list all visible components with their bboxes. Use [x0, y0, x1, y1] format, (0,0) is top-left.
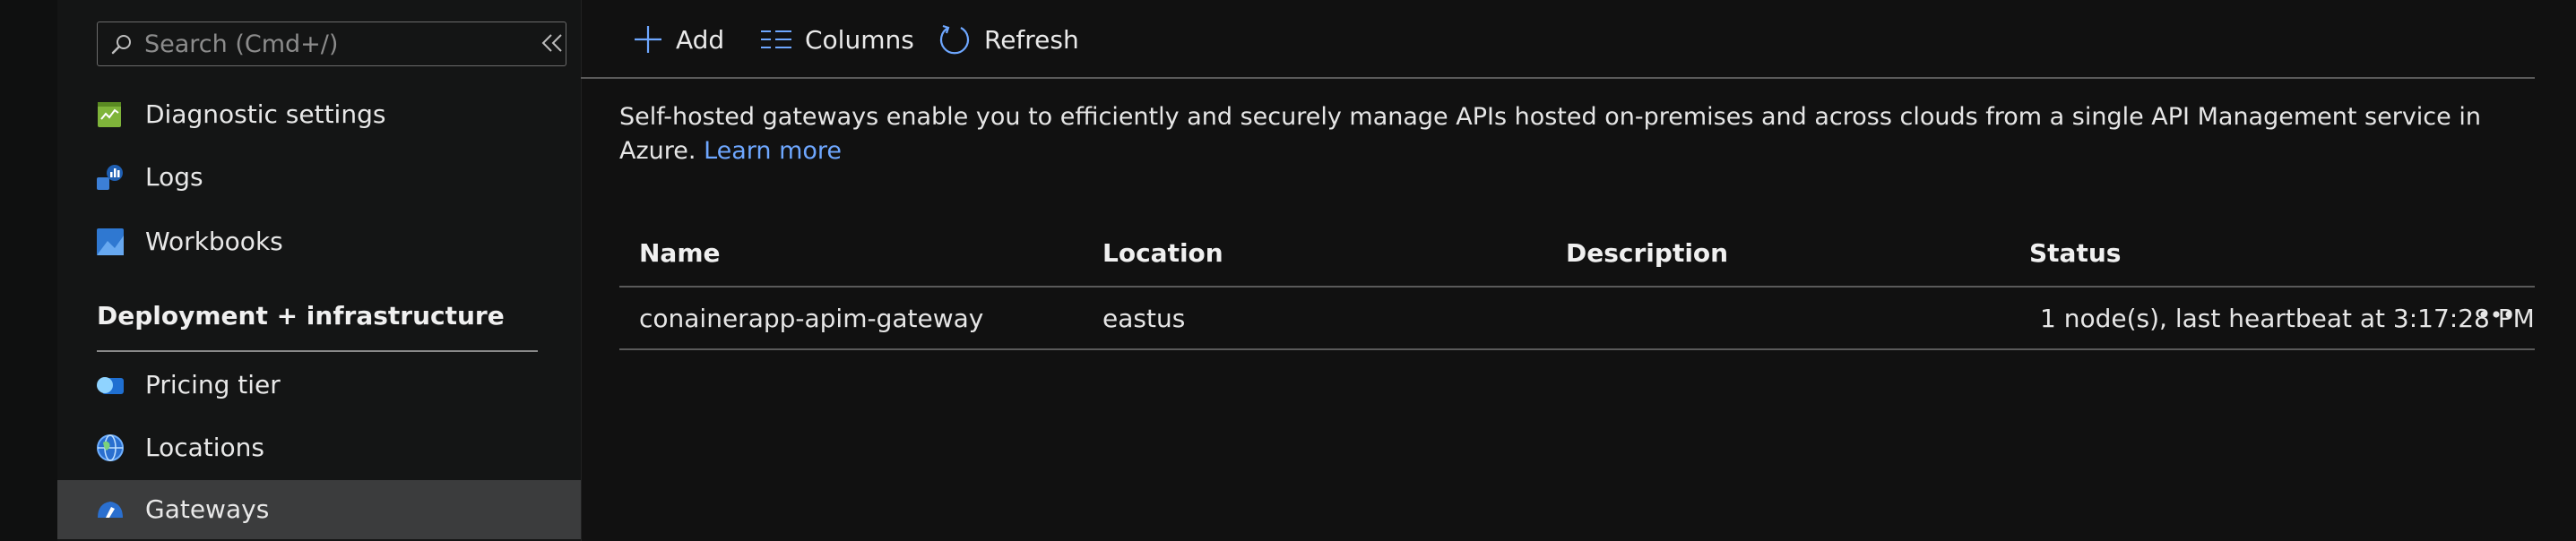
sidebar-item-gateways[interactable]: Gateways — [57, 480, 581, 539]
sidebar-item-label: Pricing tier — [145, 370, 281, 399]
add-button-label: Add — [676, 24, 725, 55]
table-row[interactable]: conainerapp-apim-gateway eastus 1 node(s… — [619, 288, 2535, 350]
column-header-name[interactable]: Name — [639, 219, 721, 288]
gateway-status-link[interactable]: 1 node(s), last heartbeat at 3:17:28 PM — [2040, 288, 2535, 350]
sidebar-item-workbooks[interactable]: Workbooks — [57, 212, 581, 271]
gateways-table: Name Location Description Status conaine… — [619, 219, 2535, 350]
resource-sidebar: Diagnostic settings Logs Workbooks Deplo… — [57, 0, 582, 541]
section-divider — [97, 350, 538, 352]
main-content: Add Columns Refresh Self-hosted gateways… — [581, 0, 2576, 541]
description-text: Self-hosted gateways enable you to effic… — [619, 103, 2481, 165]
columns-icon — [761, 30, 791, 48]
add-button[interactable]: Add — [633, 18, 724, 61]
sidebar-item-diagnostic-settings[interactable]: Diagnostic settings — [57, 85, 581, 144]
plus-icon — [635, 26, 661, 53]
sidebar-item-label: Diagnostic settings — [145, 99, 386, 129]
diagnostic-settings-icon — [98, 102, 121, 127]
more-options-icon[interactable] — [2478, 305, 2514, 323]
section-header-deployment: Deployment + infrastructure — [97, 301, 505, 331]
left-edge-strip — [0, 0, 57, 541]
sidebar-item-locations[interactable]: Locations — [57, 418, 581, 477]
collapse-sidebar-icon[interactable] — [536, 27, 568, 59]
column-header-status[interactable]: Status — [2029, 219, 2121, 288]
refresh-button[interactable]: Refresh — [938, 18, 1079, 61]
columns-button-label: Columns — [805, 24, 914, 55]
sidebar-item-logs[interactable]: Logs — [57, 148, 581, 207]
locations-globe-icon — [97, 434, 124, 461]
table-header-row: Name Location Description Status — [619, 219, 2535, 288]
sidebar-search-box[interactable] — [97, 21, 566, 66]
gateways-description: Self-hosted gateways enable you to effic… — [619, 100, 2528, 168]
sidebar-item-pricing-tier[interactable]: Pricing tier — [57, 356, 581, 415]
sidebar-item-label: Locations — [145, 433, 265, 462]
sidebar-item-label: Gateways — [145, 494, 270, 524]
columns-button[interactable]: Columns — [760, 18, 914, 61]
gateways-icon — [98, 502, 123, 518]
sidebar-item-label: Logs — [145, 162, 203, 192]
refresh-button-label: Refresh — [984, 24, 1079, 55]
pricing-tier-icon — [97, 377, 124, 394]
command-toolbar: Add Columns Refresh — [581, 0, 2535, 79]
sidebar-search-input[interactable] — [144, 22, 557, 65]
gateway-location-cell: eastus — [1102, 304, 1186, 333]
gateway-name-cell[interactable]: conainerapp-apim-gateway — [639, 288, 983, 350]
sidebar-item-label: Workbooks — [145, 227, 283, 256]
learn-more-link[interactable]: Learn more — [704, 137, 842, 165]
column-header-description[interactable]: Description — [1566, 219, 1728, 288]
logs-icon — [97, 165, 123, 190]
column-header-location[interactable]: Location — [1102, 219, 1223, 288]
search-icon — [111, 35, 131, 55]
refresh-icon — [939, 24, 970, 55]
workbooks-icon — [97, 228, 124, 255]
